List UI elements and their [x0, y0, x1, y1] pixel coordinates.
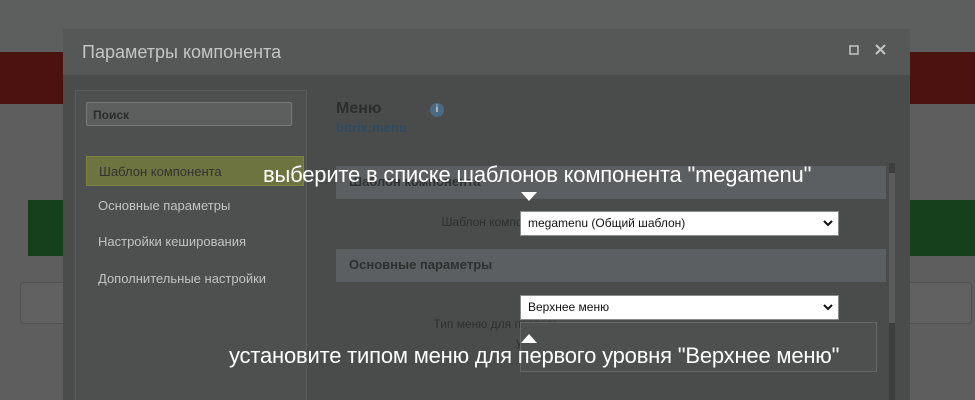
chevron-down-icon: [823, 212, 833, 244]
sidebar-item-caching[interactable]: Настройки кеширования: [86, 227, 304, 257]
section-main-params: Основные параметры: [336, 249, 886, 282]
maximize-icon[interactable]: [849, 43, 859, 59]
section-main-params-label: Основные параметры: [349, 257, 493, 272]
callout-top-arrow: [521, 192, 537, 201]
sidebar-item-additional[interactable]: Дополнительные настройки: [86, 264, 304, 294]
callout-top: выберите в списке шаблонов компонента "m…: [263, 162, 812, 187]
template-select-value: megamenu (Общий шаблон): [528, 216, 686, 230]
close-icon[interactable]: [875, 43, 886, 59]
menu-type-select-value: Верхнее меню: [528, 300, 610, 314]
sidebar-item-main-params[interactable]: Основные параметры: [86, 191, 304, 221]
component-name: Меню: [336, 100, 382, 117]
scrollbar-thumb[interactable]: [889, 173, 895, 323]
search-input[interactable]: Поиск: [86, 102, 292, 126]
menu-type-select[interactable]: Верхнее меню: [520, 295, 839, 320]
callout-bottom: установите типом меню для первого уровня…: [229, 343, 840, 368]
callout-bottom-arrow: [521, 334, 537, 343]
dialog-header: Параметры компонента: [63, 29, 910, 75]
template-select[interactable]: megamenu (Общий шаблон): [520, 211, 839, 236]
info-icon[interactable]: i: [430, 103, 444, 117]
component-code: bitrix:menu: [336, 120, 407, 135]
dialog-title: Параметры компонента: [82, 42, 282, 62]
